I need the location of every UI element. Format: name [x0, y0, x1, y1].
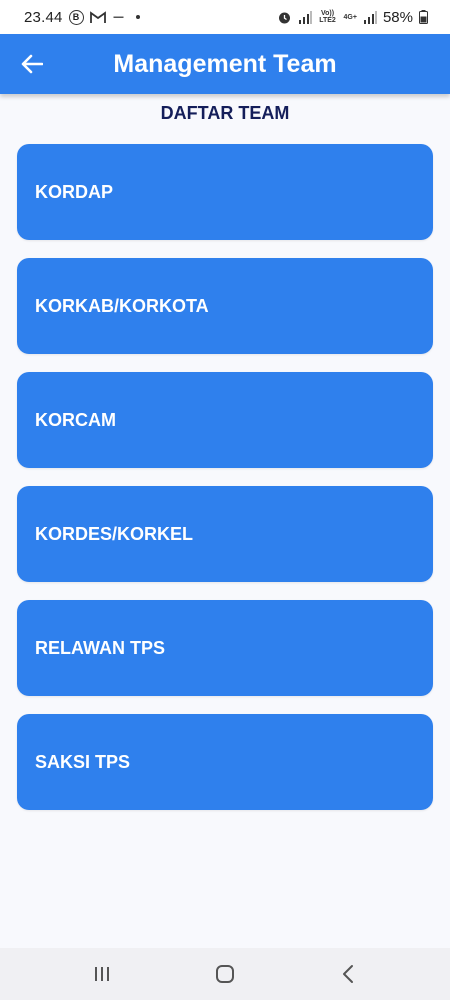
- signal-1-icon: [298, 10, 312, 24]
- system-nav-bar: [0, 948, 450, 1000]
- home-icon: [215, 965, 234, 983]
- team-item-kordes-korkel[interactable]: KORDES/KORKEL: [17, 486, 433, 582]
- notification-icon: ▬▬: [113, 13, 124, 20]
- team-item-kordap[interactable]: KORDAP: [17, 144, 433, 240]
- network-label-2: 4G+: [343, 13, 357, 21]
- recent-apps-icon: [94, 967, 109, 981]
- status-bar: 23.44 B ▬▬ Vo)) LTE2 4G+ 58%: [0, 0, 450, 34]
- team-list: KORDAP KORKAB/KORKOTA KORCAM KORDES/KORK…: [17, 144, 433, 828]
- battery-percent: 58%: [382, 8, 413, 26]
- back-button[interactable]: [14, 44, 50, 84]
- recent-apps-button[interactable]: [72, 954, 132, 994]
- page-title: Management Team: [113, 50, 337, 78]
- status-right: Vo)) LTE2 4G+ 58%: [277, 9, 428, 26]
- back-icon: [343, 965, 354, 983]
- clock: 23.44: [24, 8, 63, 26]
- team-item-korcam[interactable]: KORCAM: [17, 372, 433, 468]
- signal-2-icon: [363, 10, 377, 24]
- status-left: 23.44 B ▬▬: [24, 9, 140, 26]
- more-notifications-dot: [135, 15, 140, 19]
- system-back-button[interactable]: [318, 954, 378, 994]
- home-button[interactable]: [195, 954, 255, 994]
- b-icon: B: [68, 9, 84, 25]
- app-bar: Management Team: [0, 34, 450, 94]
- gmail-icon: [89, 10, 106, 24]
- alarm-icon: [277, 10, 292, 25]
- team-item-relawan-tps[interactable]: RELAWAN TPS: [17, 600, 433, 696]
- battery-icon: [419, 10, 428, 24]
- network-label-1: Vo)) LTE2: [319, 10, 336, 24]
- arrow-left-icon: [21, 54, 43, 74]
- team-item-saksi-tps[interactable]: SAKSI TPS: [17, 714, 433, 810]
- team-item-korkab-korkota[interactable]: KORKAB/KORKOTA: [17, 258, 433, 354]
- section-heading: DAFTAR TEAM: [160, 103, 290, 123]
